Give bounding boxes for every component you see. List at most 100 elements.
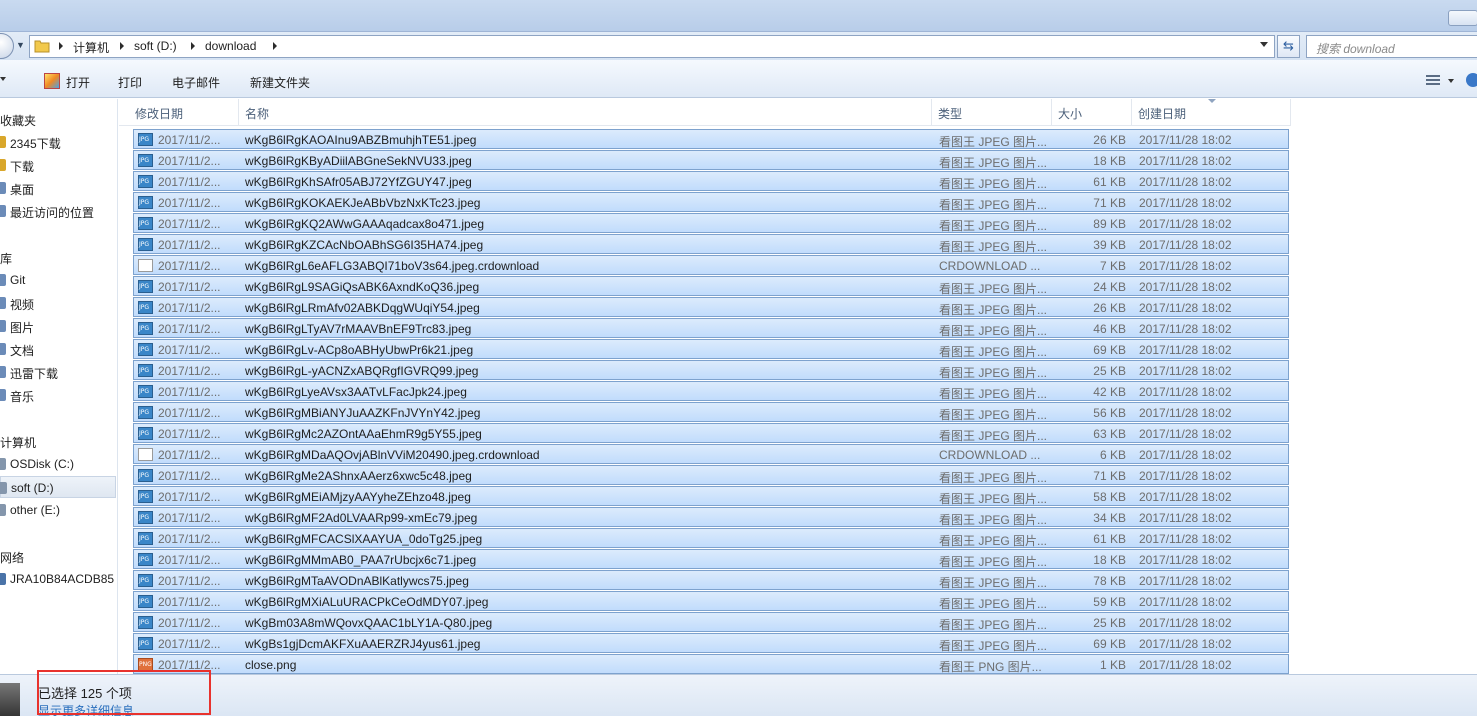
file-row[interactable]: 2017/11/2... wKgB6lRgMFCACSlXAAYUA_0doTg2… bbox=[133, 528, 1289, 548]
view-options-dropdown-icon[interactable] bbox=[1448, 79, 1454, 83]
breadcrumb-drive[interactable]: soft (D:) bbox=[134, 39, 177, 53]
file-created-date: 2017/11/28 18:02 bbox=[1139, 217, 1232, 231]
file-row[interactable]: 2017/11/2... wKgBm03A8mWQovxQAAC1bLY1A-Q8… bbox=[133, 612, 1289, 632]
computer-heading[interactable]: 计算机 bbox=[0, 434, 36, 451]
file-modified-date: 2017/11/2... bbox=[158, 133, 221, 147]
column-header-name[interactable]: 名称 bbox=[239, 99, 932, 126]
sidebar-item-drive-c[interactable]: OSDisk (C:) bbox=[0, 453, 116, 475]
sidebar-item-drive-e[interactable]: other (E:) bbox=[0, 499, 116, 521]
file-row[interactable]: 2017/11/2... wKgB6lRgKQ2AWwGAAAqadcax8o47… bbox=[133, 213, 1289, 233]
sidebar-item-documents[interactable]: 文档 bbox=[0, 338, 116, 360]
new-folder-button[interactable]: 新建文件夹 bbox=[250, 74, 310, 91]
email-button[interactable]: 电子邮件 bbox=[172, 74, 220, 91]
sidebar-item-downloads[interactable]: 下载 bbox=[0, 154, 116, 176]
search-input[interactable]: 搜索 download bbox=[1306, 35, 1477, 58]
file-row[interactable]: 2017/11/2... wKgB6lRgMMmAB0_PAA7rUbcjx6c7… bbox=[133, 549, 1289, 569]
sidebar-item-label: 下载 bbox=[10, 160, 35, 174]
file-row[interactable]: 2017/11/2... wKgB6lRgL-yACNZxABQRgfIGVRQ9… bbox=[133, 360, 1289, 380]
file-modified-date: 2017/11/2... bbox=[158, 427, 221, 441]
file-row[interactable]: 2017/11/2... wKgB6lRgLRmAfv02ABKDqgWUqiY5… bbox=[133, 297, 1289, 317]
column-header-modified[interactable]: 修改日期 bbox=[129, 99, 239, 126]
file-row[interactable]: 2017/11/2... wKgB6lRgL6eAFLG3ABQI71boV3s6… bbox=[133, 255, 1289, 275]
sidebar-item-recent-places[interactable]: 最近访问的位置 bbox=[0, 200, 116, 222]
libraries-heading[interactable]: 库 bbox=[0, 250, 12, 267]
favorites-heading[interactable]: 收藏夹 bbox=[0, 112, 36, 129]
sidebar-item-git[interactable]: Git bbox=[0, 269, 116, 291]
column-header-label: 类型 bbox=[938, 107, 963, 121]
file-row[interactable]: 2017/11/2... wKgB6lRgMBiANYJuAAZKFnJVYnY4… bbox=[133, 402, 1289, 422]
library-icon bbox=[0, 274, 6, 286]
desktop-icon bbox=[0, 182, 6, 194]
breadcrumb-separator-icon[interactable] bbox=[191, 42, 195, 50]
file-row[interactable]: 2017/11/2... wKgB6lRgMDaAQOvjABlnVViM2049… bbox=[133, 444, 1289, 464]
open-button[interactable]: 打开 bbox=[66, 74, 90, 91]
recent-pages-dropdown-icon[interactable]: ▼ bbox=[16, 40, 25, 50]
refresh-button[interactable]: ⇆ bbox=[1277, 35, 1300, 58]
address-bar[interactable]: 计算机 soft (D:) download bbox=[29, 35, 1275, 58]
file-name: wKgB6lRgMFCACSlXAAYUA_0doTg25.jpeg bbox=[245, 532, 483, 546]
breadcrumb-computer[interactable]: 计算机 bbox=[73, 39, 109, 56]
file-row[interactable]: 2017/11/2... wKgB6lRgL9SAGiQsABK6AxndKoQ3… bbox=[133, 276, 1289, 296]
file-type: 看图王 JPEG 图片... bbox=[939, 366, 1048, 380]
file-row[interactable]: 2017/11/2... wKgBs1gjDcmAKFXuAAERZRJ4yus6… bbox=[133, 633, 1289, 653]
file-row[interactable]: 2017/11/2... wKgB6lRgKZCAcNbOABhSG6I35HA7… bbox=[133, 234, 1289, 254]
breadcrumb-separator-icon[interactable] bbox=[273, 42, 277, 50]
help-icon[interactable] bbox=[1466, 73, 1477, 87]
change-view-icon[interactable] bbox=[1426, 75, 1440, 87]
sidebar-item-label: 图片 bbox=[10, 321, 35, 335]
network-heading[interactable]: 网络 bbox=[0, 549, 24, 566]
window-control-button[interactable] bbox=[1448, 10, 1477, 26]
sidebar-item-videos[interactable]: 视频 bbox=[0, 292, 116, 314]
file-row[interactable]: 2017/11/2... wKgB6lRgMc2AZOntAAaEhmR9g5Y5… bbox=[133, 423, 1289, 443]
jpeg-file-icon bbox=[138, 595, 153, 608]
file-type: 看图王 JPEG 图片... bbox=[939, 492, 1048, 506]
breadcrumb-separator-icon[interactable] bbox=[120, 42, 124, 50]
print-button[interactable]: 打印 bbox=[118, 74, 142, 91]
file-name: close.png bbox=[245, 658, 297, 672]
sidebar-item-thunder-downloads[interactable]: 迅雷下载 bbox=[0, 361, 116, 383]
file-row[interactable]: 2017/11/2... wKgB6lRgMEiAMjzyAAYyheZEhzo4… bbox=[133, 486, 1289, 506]
column-header-type[interactable]: 类型 bbox=[932, 99, 1052, 126]
file-row[interactable]: 2017/11/2... wKgB6lRgMF2Ad0LVAARp99-xmEc7… bbox=[133, 507, 1289, 527]
file-row[interactable]: 2017/11/2... wKgB6lRgLTyAV7rMAAVBnEF9Trc8… bbox=[133, 318, 1289, 338]
open-with-icon[interactable] bbox=[44, 73, 60, 89]
file-row[interactable]: 2017/11/2... wKgB6lRgMTaAVODnABlKatlywcs7… bbox=[133, 570, 1289, 590]
file-type: 看图王 JPEG 图片... bbox=[939, 198, 1048, 212]
column-header-created[interactable]: 创建日期 bbox=[1132, 99, 1291, 126]
back-button[interactable] bbox=[0, 33, 14, 59]
file-row[interactable]: 2017/11/2... wKgB6lRgKAOAInu9ABZBmuhjhTE5… bbox=[133, 129, 1289, 149]
column-header-size[interactable]: 大小 bbox=[1052, 99, 1132, 126]
file-size: 18 KB bbox=[1093, 553, 1126, 567]
breadcrumb-separator-icon[interactable] bbox=[59, 42, 63, 50]
sidebar-item-desktop[interactable]: 桌面 bbox=[0, 177, 116, 199]
column-header-label: 修改日期 bbox=[135, 107, 184, 121]
sidebar-item-music[interactable]: 音乐 bbox=[0, 384, 116, 406]
file-type: 看图王 JPEG 图片... bbox=[939, 408, 1048, 422]
file-type: 看图王 JPEG 图片... bbox=[939, 576, 1048, 590]
file-type: 看图王 JPEG 图片... bbox=[939, 324, 1048, 338]
file-modified-date: 2017/11/2... bbox=[158, 637, 221, 651]
sidebar-item-label: soft (D:) bbox=[11, 481, 54, 495]
sidebar-item-pictures[interactable]: 图片 bbox=[0, 315, 116, 337]
breadcrumb-folder[interactable]: download bbox=[205, 39, 256, 53]
file-row[interactable]: 2017/11/2... wKgB6lRgMe2AShnxAAerz6xwc5c4… bbox=[133, 465, 1289, 485]
file-modified-date: 2017/11/2... bbox=[158, 574, 221, 588]
sidebar-item-network-computer[interactable]: JRA10B84ACDB85 bbox=[0, 568, 116, 590]
file-created-date: 2017/11/28 18:02 bbox=[1139, 511, 1232, 525]
file-row[interactable]: 2017/11/2... wKgB6lRgKByADiilABGneSekNVU3… bbox=[133, 150, 1289, 170]
file-row[interactable]: 2017/11/2... wKgB6lRgLv-ACp8oABHyUbwPr6k2… bbox=[133, 339, 1289, 359]
sidebar-item-2345-downloads[interactable]: 2345下载 bbox=[0, 131, 116, 153]
file-row[interactable]: 2017/11/2... wKgB6lRgLyeAVsx3AATvLFacJpk2… bbox=[133, 381, 1289, 401]
file-size: 69 KB bbox=[1093, 343, 1126, 357]
sidebar-item-label: OSDisk (C:) bbox=[10, 457, 74, 471]
sidebar-item-drive-d[interactable]: soft (D:) bbox=[0, 476, 116, 498]
file-name: wKgB6lRgKAOAInu9ABZBmuhjhTE51.jpeg bbox=[245, 133, 477, 147]
file-row[interactable]: 2017/11/2...close.png看图王 PNG 图片...1 KB20… bbox=[133, 654, 1289, 674]
file-row[interactable]: 2017/11/2... wKgB6lRgMXiALuURACPkCeOdMDY0… bbox=[133, 591, 1289, 611]
file-row[interactable]: 2017/11/2... wKgB6lRgKOKAEKJeABbVbzNxKTc2… bbox=[133, 192, 1289, 212]
organize-dropdown-icon[interactable] bbox=[0, 77, 6, 81]
jpeg-file-icon bbox=[138, 175, 153, 188]
file-name: wKgB6lRgMMmAB0_PAA7rUbcjx6c71.jpeg bbox=[245, 553, 477, 567]
address-history-dropdown-icon[interactable] bbox=[1260, 42, 1268, 47]
file-row[interactable]: 2017/11/2... wKgB6lRgKhSAfr05ABJ72YfZGUY4… bbox=[133, 171, 1289, 191]
